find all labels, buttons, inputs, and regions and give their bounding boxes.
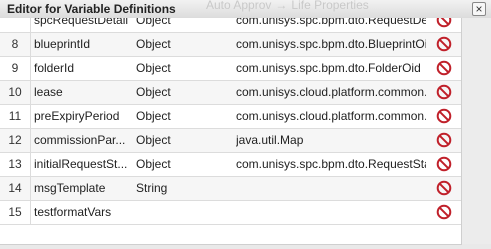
variable-name[interactable]: msgTemplate <box>34 177 130 200</box>
variable-type[interactable]: Object <box>136 57 230 80</box>
delete-prohibited-icon[interactable] <box>436 108 452 124</box>
table-row[interactable]: 9 folderId Object com.unisys.spc.bpm.dto.Fo… <box>0 57 461 81</box>
variable-name[interactable]: lease <box>34 81 130 104</box>
variable-name[interactable]: spcRequestDetail <box>34 18 130 32</box>
background-tabs: Auto Approv → Life Properties <box>206 0 369 12</box>
variable-class[interactable]: com.unisys.cloud.platform.common.... <box>236 81 426 104</box>
row-index: 8 <box>0 33 31 56</box>
variable-type[interactable]: Object <box>136 18 230 32</box>
delete-prohibited-icon[interactable] <box>436 204 452 220</box>
variable-class[interactable]: com.unisys.spc.bpm.dto.RequestSta... <box>236 153 426 176</box>
table-row[interactable]: 13 initialRequestSt... Object com.unisys.sp… <box>0 153 461 177</box>
variable-class[interactable]: com.unisys.spc.bpm.dto.RequestDet... <box>236 18 426 32</box>
table-row[interactable]: 12 commissionPar... Object java.util.Map <box>0 129 461 153</box>
variable-class[interactable] <box>236 177 426 200</box>
delete-prohibited-icon[interactable] <box>436 84 452 100</box>
variable-type[interactable]: Object <box>136 81 230 104</box>
variable-class[interactable]: com.unisys.spc.bpm.dto.FolderOid <box>236 57 426 80</box>
delete-prohibited-icon[interactable] <box>436 156 452 172</box>
delete-prohibited-icon[interactable] <box>436 180 452 196</box>
row-index <box>0 18 31 32</box>
background-tab-life-properties: Life Properties <box>291 0 369 12</box>
variable-type[interactable]: String <box>136 177 230 200</box>
variable-type[interactable]: Object <box>136 129 230 152</box>
row-index: 11 <box>0 105 31 128</box>
dialog-title: Editor for Variable Definitions <box>7 2 176 16</box>
table-row[interactable]: spcRequestDetail Object com.unisys.spc.bpm… <box>0 18 461 33</box>
variables-rows: spcRequestDetail Object com.unisys.spc.bpm… <box>0 18 461 225</box>
variable-type[interactable]: Object <box>136 33 230 56</box>
delete-prohibited-icon[interactable] <box>436 60 452 76</box>
delete-prohibited-icon[interactable] <box>436 36 452 52</box>
delete-prohibited-icon[interactable] <box>436 132 452 148</box>
variable-name[interactable]: preExpiryPeriod <box>34 105 130 128</box>
variable-type[interactable]: Object <box>136 153 230 176</box>
row-index: 13 <box>0 153 31 176</box>
row-index: 9 <box>0 57 31 80</box>
dialog-titlebar: Auto Approv → Life Properties Editor for V… <box>0 0 491 19</box>
variable-class[interactable]: com.unisys.spc.bpm.dto.BlueprintOid <box>236 33 426 56</box>
table-row[interactable]: 10 lease Object com.unisys.cloud.platform.c… <box>0 81 461 105</box>
background-tab-auto-approv: Auto Approv <box>206 0 272 12</box>
row-index: 15 <box>0 201 31 224</box>
variable-name[interactable]: initialRequestSt... <box>34 153 130 176</box>
variable-class[interactable] <box>236 201 426 224</box>
row-index: 14 <box>0 177 31 200</box>
close-button[interactable]: × <box>472 2 486 16</box>
table-row[interactable]: 14 msgTemplate String <box>0 177 461 201</box>
delete-prohibited-icon[interactable] <box>436 18 452 28</box>
variables-grid: spcRequestDetail Object com.unisys.spc.bpm… <box>0 18 462 245</box>
row-index: 12 <box>0 129 31 152</box>
variable-type[interactable] <box>136 201 230 224</box>
table-row[interactable]: 8 blueprintId Object com.unisys.spc.bpm.dto… <box>0 33 461 57</box>
scroll-rail[interactable] <box>462 18 491 244</box>
variable-name[interactable]: folderId <box>34 57 130 80</box>
variable-class[interactable]: java.util.Map <box>236 129 426 152</box>
table-row[interactable]: 15 testformatVars <box>0 201 461 225</box>
variable-name[interactable]: blueprintId <box>34 33 130 56</box>
arrow-icon: → <box>275 0 288 12</box>
row-index: 10 <box>0 81 31 104</box>
table-row[interactable]: 11 preExpiryPeriod Object com.unisys.cloud.… <box>0 105 461 129</box>
variable-type[interactable]: Object <box>136 105 230 128</box>
variable-class[interactable]: com.unisys.cloud.platform.common.... <box>236 105 426 128</box>
variable-name[interactable]: commissionPar... <box>34 129 130 152</box>
variable-name[interactable]: testformatVars <box>34 201 130 224</box>
